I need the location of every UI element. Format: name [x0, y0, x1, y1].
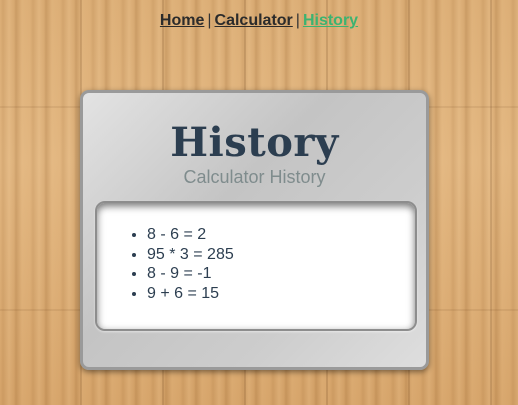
history-entry: 8 - 6 = 2	[147, 225, 234, 245]
page-subtitle: Calculator History	[183, 167, 326, 187]
history-panel: History Calculator History 8 - 6 = 2 95 …	[80, 90, 429, 370]
nav-link-history[interactable]: History	[303, 12, 358, 29]
history-box: 8 - 6 = 2 95 * 3 = 285 8 - 9 = -1 9 + 6 …	[95, 201, 417, 331]
history-entry: 9 + 6 = 15	[147, 284, 234, 304]
history-entry: 8 - 9 = -1	[147, 264, 234, 284]
nav-separator: |	[207, 12, 212, 29]
history-list: 8 - 6 = 2 95 * 3 = 285 8 - 9 = -1 9 + 6 …	[127, 225, 234, 303]
nav-link-home[interactable]: Home	[160, 12, 204, 29]
top-nav: Home | Calculator | History	[0, 12, 518, 30]
nav-separator: |	[295, 12, 300, 29]
history-entry: 95 * 3 = 285	[147, 245, 234, 265]
page-title: History	[170, 119, 339, 166]
nav-link-calculator[interactable]: Calculator	[215, 12, 293, 29]
